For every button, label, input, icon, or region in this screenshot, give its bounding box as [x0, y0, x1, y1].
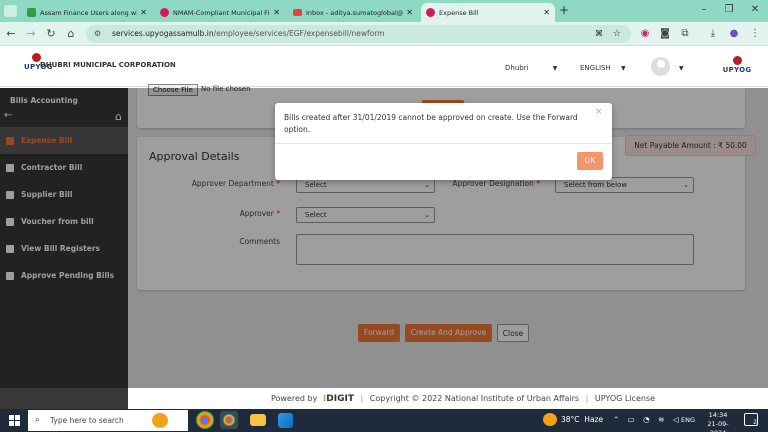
notification-icon[interactable]: 2	[744, 413, 758, 426]
search-icon: ⌕	[35, 415, 41, 425]
url-path: /employee/services/EGF/expensebill/newfo…	[213, 29, 385, 38]
tab-close-icon[interactable]: ✕	[140, 8, 147, 17]
chrome-active-glyph	[223, 414, 235, 426]
extension-icon[interactable]: ◉	[638, 27, 652, 41]
license-link[interactable]: UPYOG License	[595, 394, 655, 403]
site-info-icon[interactable]: ⚙	[94, 25, 101, 43]
modal-ok-button[interactable]: OK	[577, 152, 603, 170]
alert-modal: Bills created after 31/01/2019 cannot be…	[275, 103, 612, 180]
modal-close-icon[interactable]: ×	[595, 107, 603, 117]
chrome-icon[interactable]	[196, 411, 214, 429]
news-widget-icon[interactable]	[152, 413, 168, 428]
modal-message: Bills created after 31/01/2019 cannot be…	[284, 113, 578, 134]
tab-search-icon[interactable]	[4, 5, 17, 17]
home-icon[interactable]: ⌂	[64, 27, 78, 41]
search-placeholder: Type here to search	[50, 416, 124, 425]
tab-favicon	[160, 8, 169, 17]
translate-icon[interactable]: ⌘	[595, 25, 603, 43]
reload-icon[interactable]: ↻	[44, 27, 58, 41]
bookmark-star-icon[interactable]: ☆	[613, 25, 621, 43]
back-icon[interactable]: ←	[4, 27, 18, 41]
photos-icon[interactable]	[278, 413, 293, 428]
copyright-text: Copyright © 2022 National Institute of U…	[369, 394, 580, 403]
download-icon[interactable]: ⤓	[706, 27, 720, 41]
tab-title: Inbox - aditya.sumatoglobal@g	[306, 8, 404, 17]
weather-text[interactable]: 38°C Haze	[561, 415, 603, 424]
footer-separator: |	[585, 394, 589, 403]
start-windows-icon[interactable]	[9, 415, 20, 426]
tab-favicon	[426, 8, 435, 17]
corporation-name: DHUBRI MUNICIPAL CORPORATION	[40, 61, 176, 69]
address-bar[interactable]: ⚙ services.upyogassamulb.in/employee/ser…	[86, 25, 631, 43]
city-value: Dhubri	[505, 64, 529, 72]
chevron-down-icon: ▼	[552, 65, 558, 72]
digit-logo: ⁝DIGIT	[322, 394, 354, 404]
language-selector[interactable]: ENGLISH ▼	[580, 64, 626, 72]
upyog-logo-right: UPYOG	[722, 56, 752, 74]
forward-icon[interactable]: →	[24, 27, 38, 41]
weather-icon[interactable]	[543, 413, 557, 426]
tab-close-icon[interactable]: ✕	[543, 8, 550, 17]
gmail-icon	[293, 9, 302, 16]
browser-tab[interactable]: NMAM-Compliant Municipal Fi ✕	[155, 3, 285, 22]
city-selector[interactable]: Dhubri ▼	[505, 64, 557, 72]
clock-date: 21-09-2024	[707, 420, 729, 432]
tray-icons[interactable]: ⌃ ▭ ◔ ≋ ◁	[613, 415, 682, 424]
user-avatar[interactable]	[651, 57, 670, 76]
clock[interactable]: 14:34 21-09-2024	[700, 411, 736, 432]
footer-separator: |	[360, 394, 364, 403]
modal-divider	[275, 143, 612, 144]
notification-count: 2	[753, 419, 757, 426]
tab-close-icon[interactable]: ✕	[273, 8, 280, 17]
file-explorer-icon[interactable]	[250, 414, 266, 426]
chevron-down-icon: ▼	[621, 65, 626, 72]
browser-menu-icon[interactable]: ⋮	[748, 27, 762, 41]
profile-avatar[interactable]: ●	[727, 27, 741, 41]
browser-tab[interactable]: Assam Finance Users along wit ✕	[22, 3, 152, 22]
browser-tab[interactable]: Inbox - aditya.sumatoglobal@g ✕	[288, 3, 418, 22]
restore-icon[interactable]: ❐	[722, 4, 736, 15]
tab-close-icon[interactable]: ✕	[406, 8, 413, 17]
language-value: ENGLISH	[580, 64, 611, 72]
clock-time: 14:34	[708, 411, 728, 419]
minimize-icon[interactable]: –	[697, 4, 711, 15]
powered-by-label: Powered by	[270, 394, 318, 403]
tab-title: Expense Bill	[439, 8, 479, 17]
url-host: services.upyogassamulb.in	[112, 29, 214, 38]
taskbar-search-box[interactable]: ⌕ Type here to search	[28, 410, 188, 431]
chevron-down-icon[interactable]: ▼	[679, 65, 684, 72]
language-indicator[interactable]: ENG	[681, 416, 695, 424]
screenshot-icon[interactable]: ◙	[658, 27, 672, 41]
tab-favicon	[27, 8, 36, 17]
close-window-icon[interactable]: ✕	[748, 4, 762, 15]
tab-title: Assam Finance Users along wit	[40, 8, 138, 17]
tab-title: NMAM-Compliant Municipal Fi	[173, 8, 270, 17]
extensions-puzzle-icon[interactable]: ⧉	[678, 27, 692, 41]
new-tab-button[interactable]: +	[559, 3, 569, 17]
footer: Powered by ⁝DIGIT | Copyright © 2022 Nat…	[128, 388, 768, 409]
browser-tab-active[interactable]: Expense Bill ✕	[421, 3, 555, 22]
